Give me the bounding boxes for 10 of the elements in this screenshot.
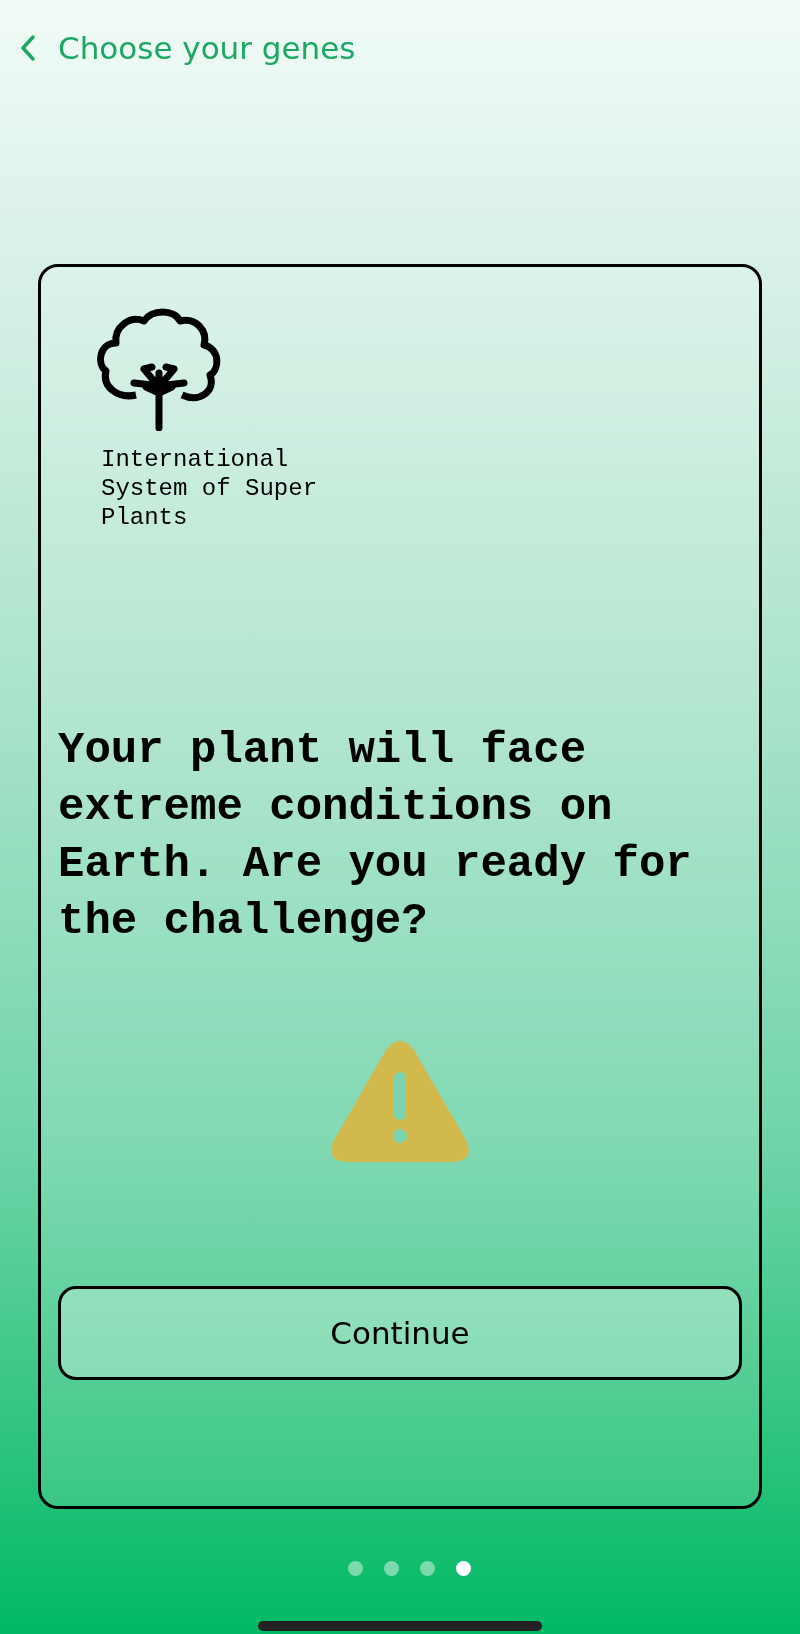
page-dot[interactable] [347, 1561, 363, 1576]
question-text: Your plant will face extreme conditions on Earth. Are you ready for the challenge? [58, 724, 693, 948]
organization-name: International System of Super Plants [101, 445, 319, 532]
page-dot[interactable] [455, 1561, 471, 1576]
back-chevron-icon [20, 34, 36, 62]
continue-button[interactable]: Continue [58, 1286, 742, 1380]
warning-icon [330, 1040, 470, 1164]
tree-icon [96, 307, 222, 431]
page-dot[interactable] [419, 1561, 435, 1576]
page-dot[interactable] [383, 1561, 399, 1576]
